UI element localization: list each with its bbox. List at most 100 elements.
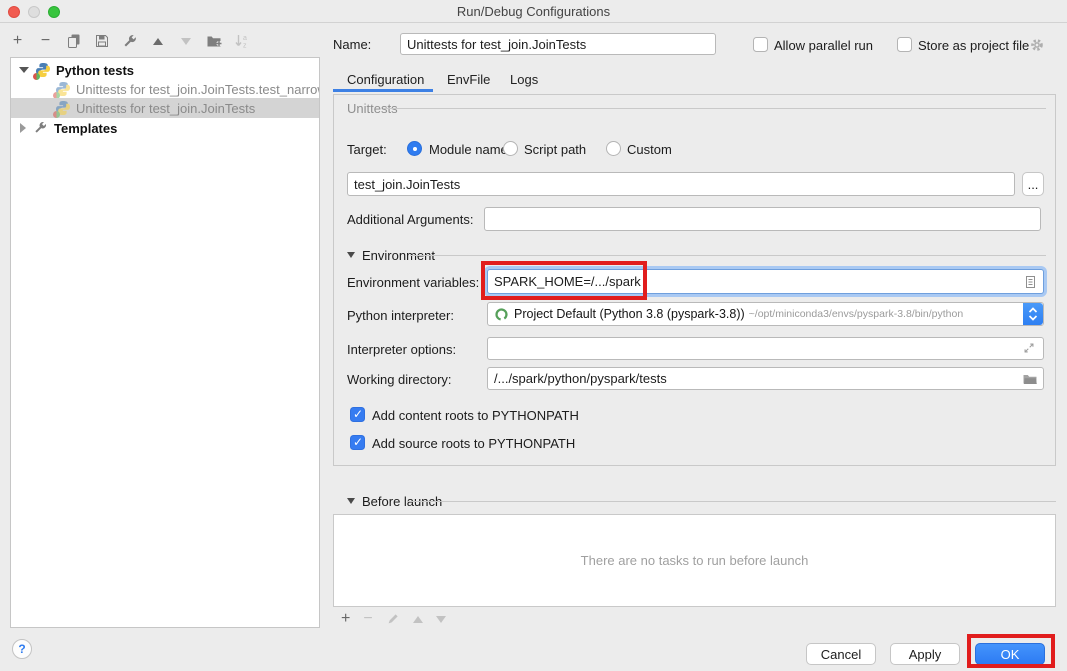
add-source-roots-label[interactable]: Add source roots to PYTHONPATH	[372, 436, 575, 451]
move-task-down-icon	[436, 616, 446, 623]
additional-arguments-label: Additional Arguments:	[347, 212, 473, 227]
radio-module-name[interactable]	[407, 141, 422, 156]
name-label: Name:	[333, 37, 371, 52]
run-debug-configurations-dialog: Run/Debug Configurations + − az	[0, 0, 1067, 671]
test-badge-icon	[53, 111, 60, 118]
before-launch-task-list: There are no tasks to run before launch	[333, 514, 1056, 607]
python-interpreter-path: ~/opt/miniconda3/envs/pyspark-3.8/bin/py…	[749, 308, 964, 320]
working-directory-input[interactable]: /.../spark/python/pyspark/tests	[487, 367, 1044, 390]
radio-custom[interactable]	[606, 141, 621, 156]
svg-text:a: a	[243, 35, 247, 42]
tree-item-unittests-test-narrow[interactable]: Unittests for test_join.JoinTests.test_n…	[11, 79, 319, 99]
copy-icon	[66, 33, 82, 49]
chevron-down-icon[interactable]	[19, 67, 29, 73]
environment-separator	[410, 255, 1046, 256]
working-directory-label: Working directory:	[347, 372, 452, 387]
module-name-value: test_join.JoinTests	[354, 177, 460, 192]
copy-configuration-button[interactable]	[65, 33, 82, 50]
radio-module-name-label[interactable]: Module name	[429, 142, 508, 157]
tree-item-python-tests[interactable]: Python tests	[11, 60, 319, 80]
unittests-group-separator	[384, 108, 1046, 109]
environment-collapse-icon[interactable]	[347, 252, 355, 258]
tree-item-label: Unittests for test_join.JoinTests	[76, 101, 255, 116]
add-content-roots-label[interactable]: Add content roots to PYTHONPATH	[372, 408, 579, 423]
cancel-button[interactable]: Cancel	[806, 643, 876, 665]
gear-icon[interactable]	[1029, 37, 1045, 53]
add-task-button[interactable]: +	[341, 611, 350, 627]
remove-configuration-button[interactable]: −	[37, 33, 54, 50]
python-interpreter-select[interactable]: Project Default (Python 3.8 (pyspark-3.8…	[487, 302, 1044, 326]
working-directory-value: /.../spark/python/pyspark/tests	[494, 371, 667, 386]
folder-add-icon	[206, 33, 222, 49]
new-folder-button[interactable]	[205, 33, 222, 50]
module-name-input[interactable]: test_join.JoinTests	[347, 172, 1015, 196]
radio-script-path-label[interactable]: Script path	[524, 142, 586, 157]
python-tests-icon	[35, 62, 51, 78]
environment-variables-input[interactable]: SPARK_HOME=/.../spark	[487, 269, 1044, 294]
sort-configurations-button: az	[233, 33, 250, 50]
edit-templates-button[interactable]	[121, 33, 138, 50]
svg-text:z: z	[243, 43, 247, 50]
move-up-button[interactable]	[149, 33, 166, 50]
radio-script-path[interactable]	[503, 141, 518, 156]
python-test-icon	[55, 81, 71, 97]
tree-item-label: Templates	[54, 121, 117, 136]
tree-item-templates[interactable]: Templates	[11, 118, 319, 138]
move-down-button	[177, 33, 194, 50]
move-task-up-icon	[413, 616, 423, 623]
environment-variables-value: SPARK_HOME=/.../spark	[494, 274, 641, 289]
allow-parallel-run-label: Allow parallel run	[774, 38, 873, 53]
remove-task-button: −	[363, 611, 372, 627]
before-launch-empty-text: There are no tasks to run before launch	[581, 553, 809, 568]
apply-button[interactable]: Apply	[890, 643, 960, 665]
tree-item-label: Unittests for test_join.JoinTests.test_n…	[76, 82, 319, 97]
add-content-roots-checkbox[interactable]	[350, 407, 365, 422]
save-configuration-button[interactable]	[93, 33, 110, 50]
tab-envfile[interactable]: EnvFile	[447, 72, 490, 87]
python-interpreter-value: Project Default (Python 3.8 (pyspark-3.8…	[514, 307, 745, 321]
python-interpreter-label: Python interpreter:	[347, 308, 454, 323]
store-as-project-file-checkbox[interactable]	[897, 37, 912, 52]
active-tab-indicator	[333, 89, 433, 92]
help-button[interactable]: ?	[12, 639, 32, 659]
before-launch-toolbar: + −	[341, 610, 446, 628]
titlebar: Run/Debug Configurations	[0, 0, 1067, 23]
templates-wrench-icon	[33, 120, 49, 136]
ok-button[interactable]: OK	[975, 643, 1045, 665]
before-launch-separator	[407, 501, 1056, 502]
store-as-project-file-label: Store as project file	[918, 38, 1029, 53]
configurations-tree: Python tests Unittests for test_join.Joi…	[10, 57, 320, 628]
radio-custom-label[interactable]: Custom	[627, 142, 672, 157]
tab-configuration[interactable]: Configuration	[347, 72, 424, 87]
sort-az-icon: az	[234, 33, 250, 49]
interpreter-options-input[interactable]	[487, 337, 1044, 360]
dropdown-stepper-icon[interactable]	[1023, 303, 1043, 325]
interpreter-options-label: Interpreter options:	[347, 342, 456, 357]
python-test-icon	[55, 100, 71, 116]
edit-task-pencil-icon	[386, 612, 400, 626]
folder-icon[interactable]	[1022, 371, 1038, 387]
plus-icon: +	[13, 33, 22, 49]
allow-parallel-run-checkbox[interactable]	[753, 37, 768, 52]
edit-variables-icon[interactable]	[1022, 274, 1038, 290]
add-configuration-button[interactable]: +	[9, 33, 26, 50]
environment-variables-label: Environment variables:	[347, 275, 479, 290]
minus-icon: −	[41, 33, 50, 49]
add-source-roots-checkbox[interactable]	[350, 435, 365, 450]
name-input[interactable]: Unittests for test_join.JoinTests	[400, 33, 716, 55]
target-label: Target:	[347, 142, 387, 157]
tree-item-unittests-jointests-selected[interactable]: Unittests for test_join.JoinTests	[11, 98, 319, 118]
additional-arguments-input[interactable]	[484, 207, 1041, 231]
save-icon	[94, 33, 110, 49]
before-launch-collapse-icon[interactable]	[347, 498, 355, 504]
wrench-icon	[122, 33, 138, 49]
expand-field-icon[interactable]	[1022, 341, 1038, 357]
tab-logs[interactable]: Logs	[510, 72, 538, 87]
sidebar-toolbar: + − az	[9, 31, 250, 51]
conda-env-icon	[494, 307, 509, 322]
window-title: Run/Debug Configurations	[0, 4, 1067, 19]
browse-module-button[interactable]: ...	[1022, 172, 1044, 196]
tree-item-label: Python tests	[56, 63, 134, 78]
arrow-down-icon	[181, 38, 191, 45]
chevron-right-icon[interactable]	[20, 123, 26, 133]
